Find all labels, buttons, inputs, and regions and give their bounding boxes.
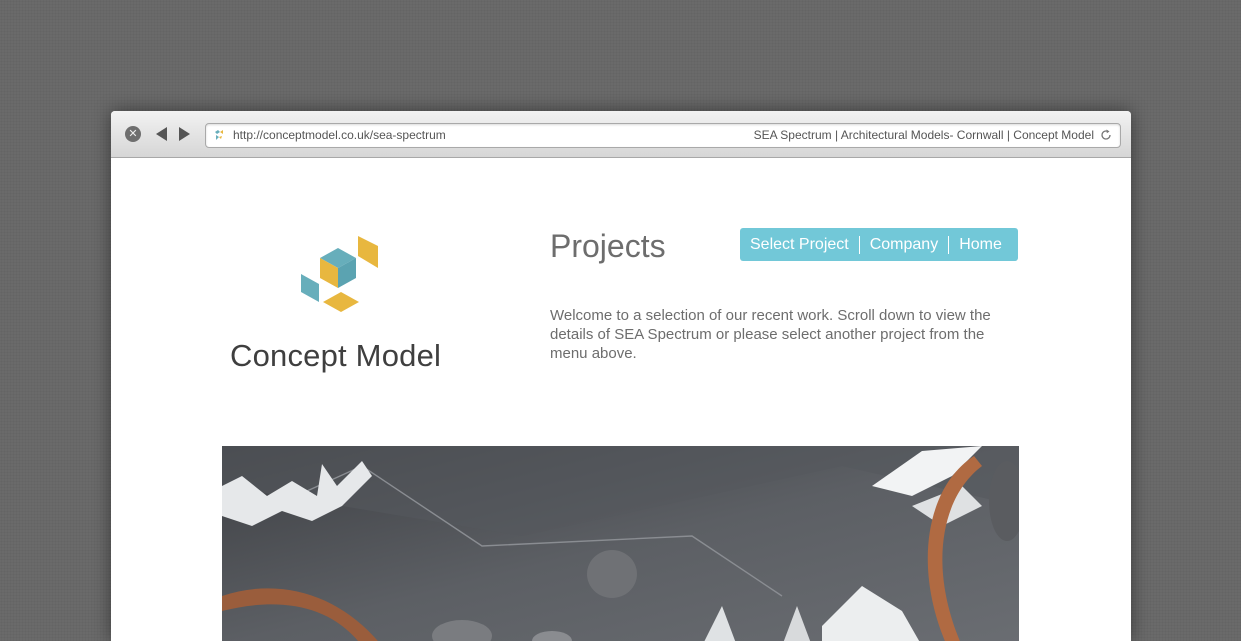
concept-model-logo-icon[interactable] — [299, 236, 383, 316]
url-text[interactable]: http://conceptmodel.co.uk/sea-spectrum — [233, 124, 446, 147]
intro-text: Welcome to a selection of our recent wor… — [550, 307, 991, 362]
browser-window: ✕ http://conceptmodel.co.uk/sea-spectrum… — [111, 111, 1131, 641]
forward-arrow-icon[interactable] — [179, 127, 190, 141]
site-favicon-icon — [215, 130, 223, 140]
project-photo — [222, 446, 1019, 641]
nav-company[interactable]: Company — [860, 228, 948, 261]
address-bar[interactable]: http://conceptmodel.co.uk/sea-spectrum S… — [205, 123, 1121, 148]
brand-name: Concept Model — [230, 338, 442, 373]
page-content: Concept Model Projects Select Project Co… — [111, 158, 1131, 641]
nav-select-project[interactable]: Select Project — [740, 228, 859, 261]
back-arrow-icon[interactable] — [156, 127, 167, 141]
page-heading: Projects — [550, 228, 666, 264]
browser-toolbar: ✕ http://conceptmodel.co.uk/sea-spectrum… — [111, 111, 1131, 158]
page-title-text: SEA Spectrum | Architectural Models- Cor… — [753, 128, 1094, 142]
project-nav: Select Project Company Home — [740, 228, 1018, 261]
reload-icon[interactable] — [1100, 129, 1112, 141]
nav-home[interactable]: Home — [949, 228, 1012, 261]
close-icon[interactable]: ✕ — [125, 126, 141, 142]
